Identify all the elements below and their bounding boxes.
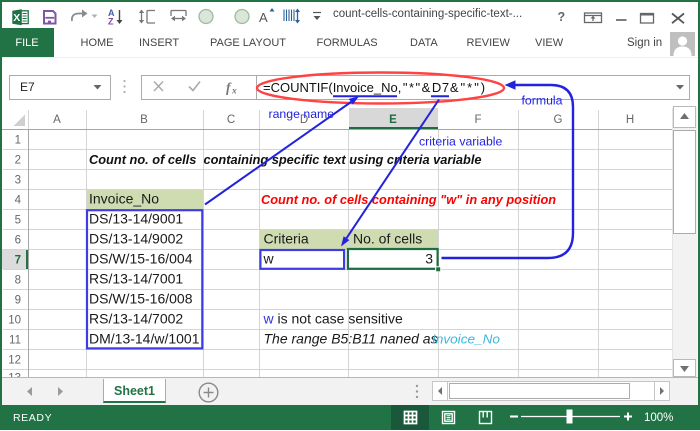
svg-text:2: 2 (15, 155, 21, 167)
svg-text:10: 10 (8, 315, 21, 327)
svg-text:?: ? (558, 10, 566, 24)
svg-text:3: 3 (15, 175, 21, 187)
svg-text:6: 6 (15, 235, 21, 247)
svg-text:H: H (626, 114, 634, 126)
svg-text:Z: Z (108, 17, 114, 27)
svg-text:Invoice_No: Invoice_No (89, 191, 159, 207)
svg-text:RS/13-14/7001: RS/13-14/7001 (89, 271, 183, 287)
svg-text:formula: formula (522, 94, 563, 108)
svg-text:The range B5:B11 naned as: The range B5:B11 naned as (264, 331, 438, 347)
svg-text:x: x (231, 87, 237, 97)
svg-text:DS/W/15-16/004: DS/W/15-16/004 (89, 251, 193, 267)
svg-text:9: 9 (15, 295, 21, 307)
svg-text:4: 4 (15, 195, 22, 207)
svg-text:B: B (140, 114, 148, 126)
svg-text:5: 5 (15, 215, 21, 227)
svg-text:criteria variable: criteria variable (419, 135, 503, 149)
svg-text:w: w (263, 251, 275, 267)
svg-text:F: F (474, 114, 481, 126)
svg-text:DS/13-14/9002: DS/13-14/9002 (89, 231, 183, 247)
svg-text:range name: range name (269, 107, 335, 121)
svg-text:1: 1 (15, 135, 21, 147)
svg-text:3: 3 (425, 251, 433, 267)
svg-text:X: X (13, 12, 20, 24)
svg-text:A: A (259, 10, 268, 25)
svg-text:No. of cells: No. of cells (353, 231, 422, 247)
svg-text:Invoice_No: Invoice_No (432, 333, 500, 347)
svg-text:13: 13 (8, 373, 21, 385)
svg-text:Criteria: Criteria (264, 231, 309, 247)
svg-text:A: A (53, 114, 61, 126)
svg-text:w is not case sensitive: w is not case sensitive (263, 311, 404, 327)
svg-text:DS/W/15-16/008: DS/W/15-16/008 (89, 291, 193, 307)
svg-text:7: 7 (15, 255, 21, 267)
svg-text:Count no. of cells containing: Count no. of cells containing specific t… (89, 152, 482, 167)
svg-text:C: C (227, 114, 235, 126)
svg-text:Count no. of cells containing: Count no. of cells containing "w" in any… (261, 192, 556, 207)
svg-text:E: E (389, 114, 397, 126)
svg-text:RS/13-14/7002: RS/13-14/7002 (89, 311, 183, 327)
svg-text:G: G (554, 114, 563, 126)
svg-text:11: 11 (9, 335, 21, 347)
svg-text:DS/13-14/9001: DS/13-14/9001 (89, 211, 183, 227)
svg-text:8: 8 (15, 275, 21, 287)
svg-text:12: 12 (8, 355, 21, 367)
svg-text:DM/13-14/w/1001: DM/13-14/w/1001 (89, 331, 200, 347)
